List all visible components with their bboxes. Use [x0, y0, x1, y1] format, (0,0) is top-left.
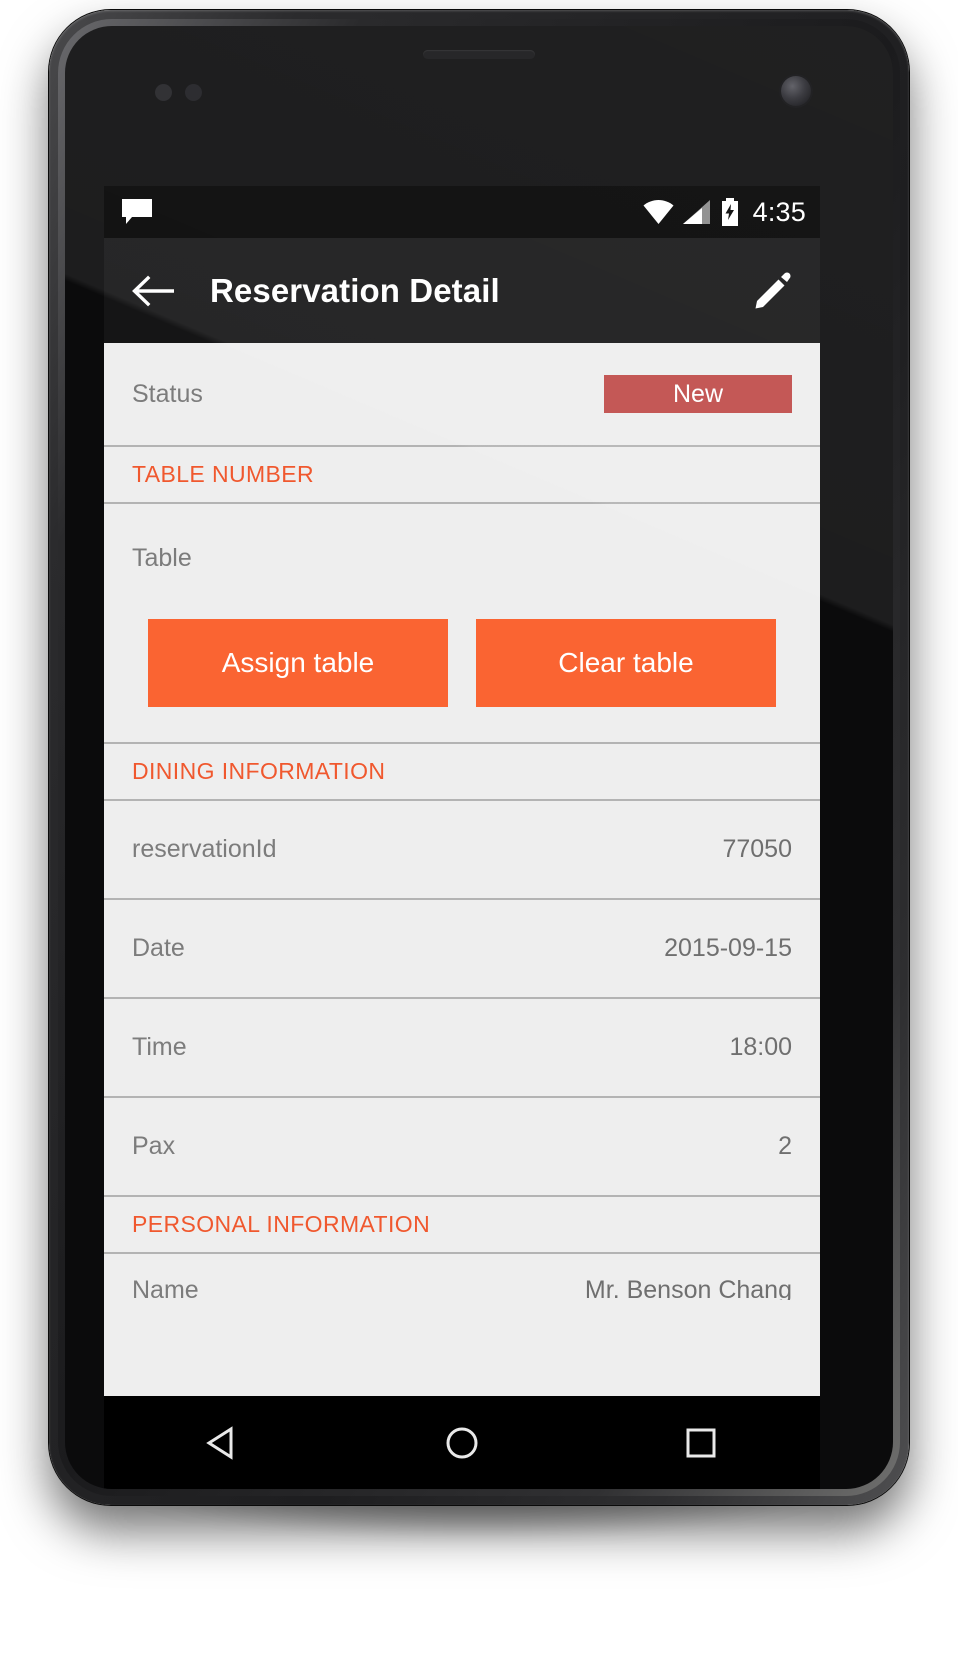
back-arrow-icon[interactable]: [128, 265, 180, 317]
section-header-dining-information: DINING INFORMATION: [104, 744, 820, 801]
section-header-table-number: TABLE NUMBER: [104, 447, 820, 504]
battery-charging-icon: [720, 198, 740, 226]
status-row[interactable]: Status New: [104, 343, 820, 447]
table-assignment-block: Table Assign table Clear table: [104, 504, 820, 744]
row-value: Mr. Benson Chang: [584, 1276, 792, 1300]
app-bar: Reservation Detail: [104, 238, 820, 343]
status-bar-clock: 4:35: [752, 196, 806, 227]
phone-screen: 4:35 Reservation Detail Status New TABLE…: [104, 186, 820, 1396]
earpiece-speaker: [423, 50, 535, 59]
section-header-personal-information: PERSONAL INFORMATION: [104, 1197, 820, 1254]
table-row[interactable]: reservationId 77050: [104, 801, 820, 900]
row-label: Date: [132, 934, 185, 962]
phone-device-frame: 4:35 Reservation Detail Status New TABLE…: [49, 10, 909, 1505]
section-header-label: PERSONAL INFORMATION: [132, 1211, 431, 1237]
status-label: Status: [132, 379, 203, 408]
light-sensor-icon: [185, 84, 202, 101]
table-action-buttons: Assign table Clear table: [148, 619, 776, 707]
android-status-bar: 4:35: [104, 186, 820, 238]
edit-pencil-icon[interactable]: [746, 265, 798, 317]
table-row[interactable]: Name Mr. Benson Chang: [104, 1254, 820, 1300]
table-label: Table: [132, 544, 192, 572]
proximity-sensor-icon: [155, 84, 172, 101]
nav-back-icon[interactable]: [178, 1396, 268, 1489]
table-row[interactable]: Date 2015-09-15: [104, 900, 820, 999]
message-icon: [122, 199, 152, 225]
table-row[interactable]: Time 18:00: [104, 999, 820, 1098]
device-glass-face: 4:35 Reservation Detail Status New TABLE…: [65, 26, 893, 1489]
row-value: 18:00: [729, 1033, 792, 1061]
cellular-signal-icon: [682, 199, 711, 225]
clear-table-button[interactable]: Clear table: [476, 619, 776, 707]
section-header-label: TABLE NUMBER: [132, 461, 315, 487]
row-label: reservationId: [132, 835, 277, 863]
front-camera-icon: [781, 76, 811, 106]
nav-recents-icon[interactable]: [656, 1396, 746, 1489]
android-navigation-bar: [104, 1396, 820, 1489]
screenshot-stage: 4:35 Reservation Detail Status New TABLE…: [0, 0, 958, 1678]
table-row[interactable]: Pax 2: [104, 1098, 820, 1197]
row-value: 2: [778, 1132, 792, 1160]
row-label: Name: [132, 1276, 199, 1300]
row-label: Time: [132, 1033, 187, 1061]
wifi-icon: [643, 199, 674, 225]
assign-table-button[interactable]: Assign table: [148, 619, 448, 707]
status-bar-notifications: [122, 199, 643, 225]
row-value: 2015-09-15: [664, 934, 792, 962]
section-header-label: DINING INFORMATION: [132, 758, 386, 784]
nav-home-icon[interactable]: [417, 1396, 507, 1489]
row-label: Pax: [132, 1132, 176, 1160]
row-value: 77050: [722, 835, 792, 863]
reservation-detail-list[interactable]: Status New TABLE NUMBER Table Assign tab…: [104, 343, 820, 1396]
status-bar-system-icons: 4:35: [643, 197, 806, 228]
page-title: Reservation Detail: [210, 271, 500, 309]
status-badge[interactable]: New: [604, 375, 792, 413]
